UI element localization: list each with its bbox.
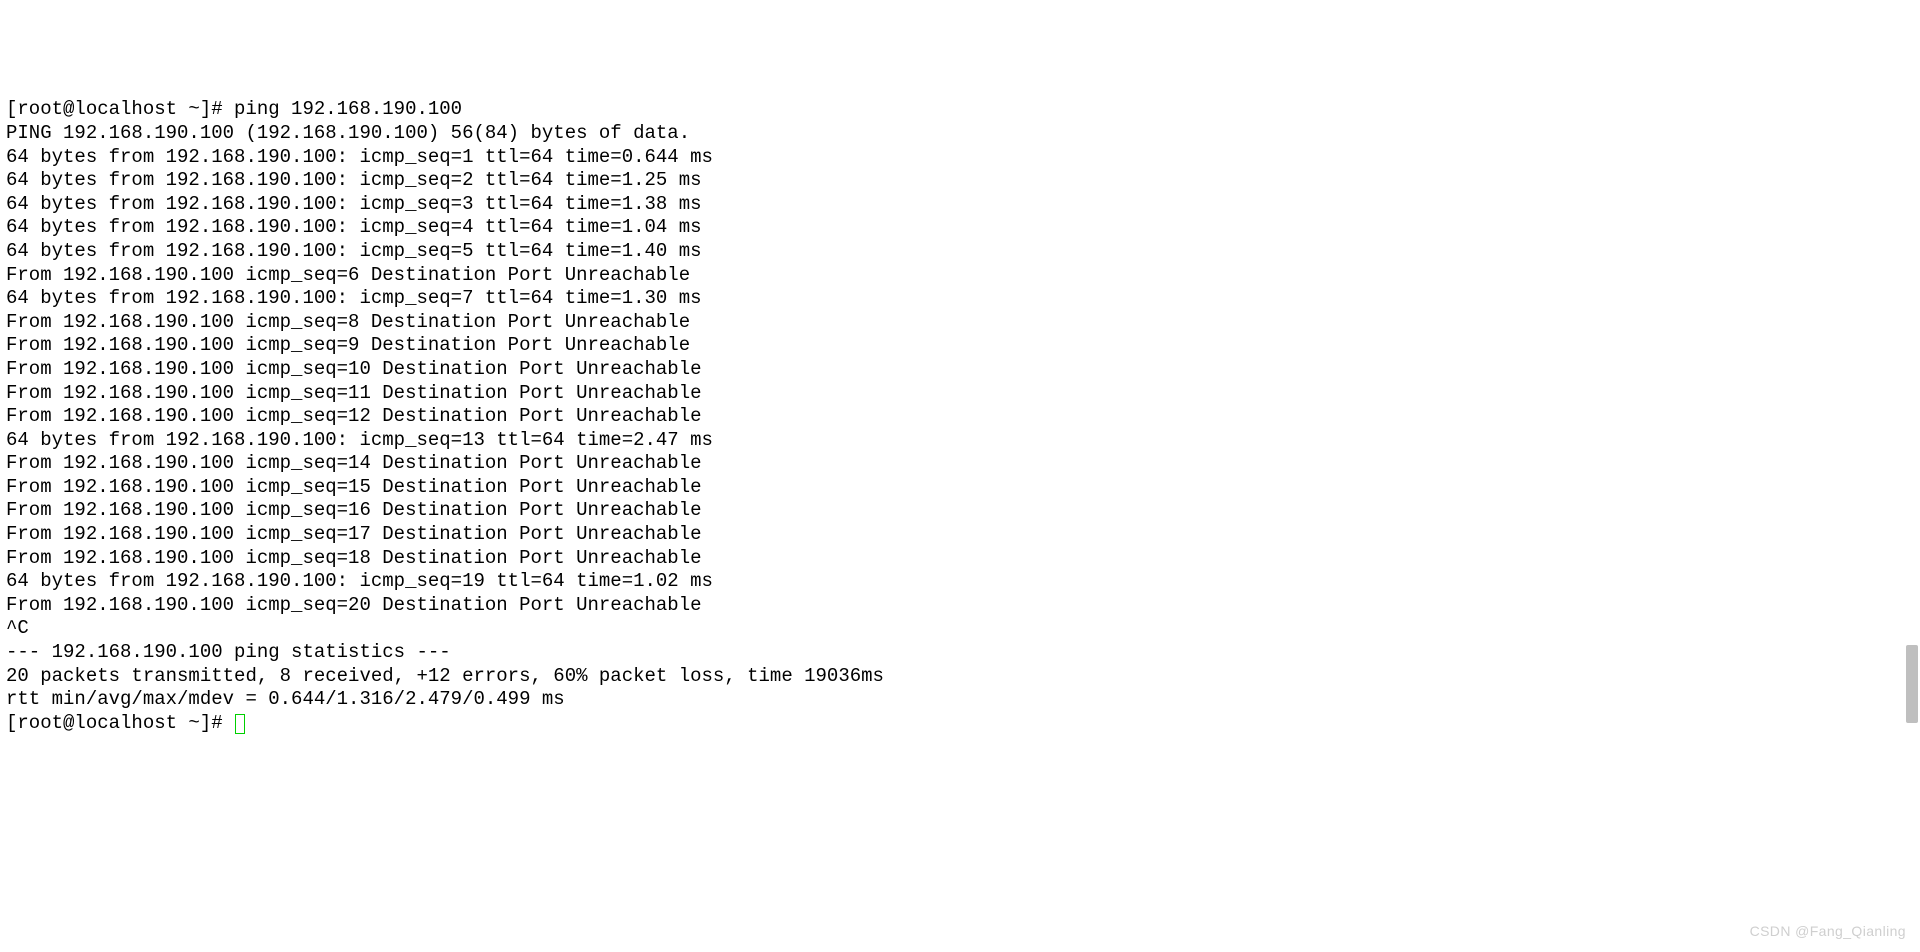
terminal-line: 64 bytes from 192.168.190.100: icmp_seq=… — [6, 429, 1914, 453]
terminal-line: From 192.168.190.100 icmp_seq=17 Destina… — [6, 523, 1914, 547]
prompt-text: [root@localhost ~]# — [6, 712, 234, 734]
terminal-line: From 192.168.190.100 icmp_seq=15 Destina… — [6, 476, 1914, 500]
terminal-line: From 192.168.190.100 icmp_seq=11 Destina… — [6, 382, 1914, 406]
terminal-line: From 192.168.190.100 icmp_seq=20 Destina… — [6, 594, 1914, 618]
terminal-line: 64 bytes from 192.168.190.100: icmp_seq=… — [6, 240, 1914, 264]
terminal-line: 64 bytes from 192.168.190.100: icmp_seq=… — [6, 169, 1914, 193]
terminal-line: 64 bytes from 192.168.190.100: icmp_seq=… — [6, 287, 1914, 311]
watermark-text: CSDN @Fang_Qianling — [1750, 920, 1906, 944]
terminal-line: From 192.168.190.100 icmp_seq=12 Destina… — [6, 405, 1914, 429]
terminal-line: From 192.168.190.100 icmp_seq=16 Destina… — [6, 499, 1914, 523]
terminal-line: From 192.168.190.100 icmp_seq=9 Destinat… — [6, 334, 1914, 358]
terminal-prompt[interactable]: [root@localhost ~]# — [6, 712, 1914, 736]
scrollbar-thumb[interactable] — [1906, 645, 1918, 723]
terminal-line: 20 packets transmitted, 8 received, +12 … — [6, 665, 1914, 689]
cursor-icon — [235, 714, 245, 734]
terminal-line: From 192.168.190.100 icmp_seq=10 Destina… — [6, 358, 1914, 382]
terminal-line: PING 192.168.190.100 (192.168.190.100) 5… — [6, 122, 1914, 146]
terminal-line: ^C — [6, 617, 1914, 641]
terminal-line: rtt min/avg/max/mdev = 0.644/1.316/2.479… — [6, 688, 1914, 712]
terminal-line: 64 bytes from 192.168.190.100: icmp_seq=… — [6, 146, 1914, 170]
terminal-line: --- 192.168.190.100 ping statistics --- — [6, 641, 1914, 665]
terminal-line: From 192.168.190.100 icmp_seq=14 Destina… — [6, 452, 1914, 476]
terminal-line: From 192.168.190.100 icmp_seq=6 Destinat… — [6, 264, 1914, 288]
terminal-output[interactable]: [root@localhost ~]# ping 192.168.190.100… — [6, 98, 1914, 735]
terminal-line: 64 bytes from 192.168.190.100: icmp_seq=… — [6, 570, 1914, 594]
terminal-line: From 192.168.190.100 icmp_seq=18 Destina… — [6, 547, 1914, 571]
terminal-line: 64 bytes from 192.168.190.100: icmp_seq=… — [6, 216, 1914, 240]
terminal-line: 64 bytes from 192.168.190.100: icmp_seq=… — [6, 193, 1914, 217]
terminal-line: From 192.168.190.100 icmp_seq=8 Destinat… — [6, 311, 1914, 335]
terminal-line: [root@localhost ~]# ping 192.168.190.100 — [6, 98, 1914, 122]
